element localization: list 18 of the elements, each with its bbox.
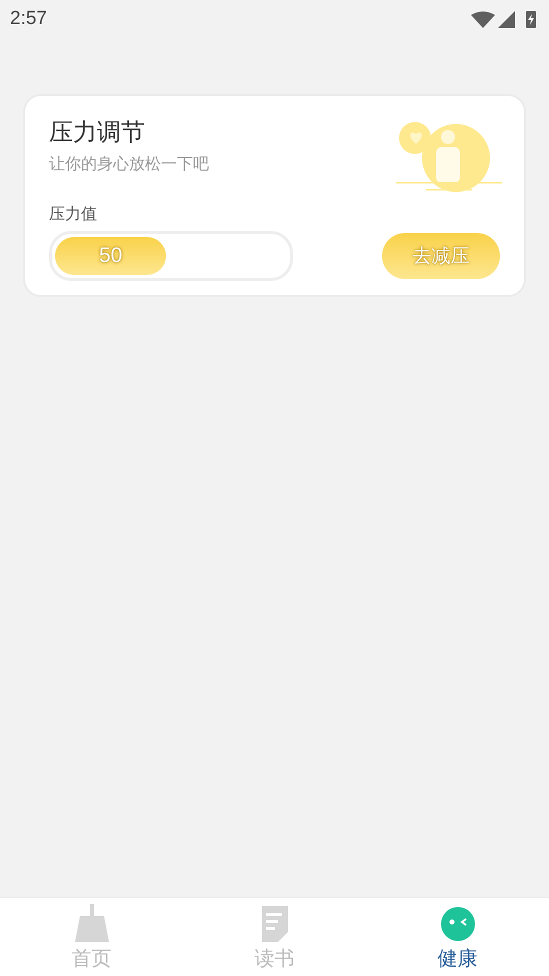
smiley-face-icon	[440, 906, 476, 942]
meter-label: 压力值	[49, 204, 98, 225]
relieve-button[interactable]: 去减压	[382, 233, 500, 279]
nav-tab[interactable]: 首页	[0, 898, 183, 976]
card-title: 压力调节	[49, 117, 146, 148]
tab-label: 健康	[438, 945, 478, 972]
meter-reading: 50	[99, 244, 122, 268]
document-icon	[260, 906, 290, 942]
battery-icon	[526, 11, 536, 28]
broom-icon	[74, 904, 110, 942]
signal-icon	[498, 11, 515, 28]
nav-tab[interactable]: 健康	[366, 898, 549, 976]
status-time: 2:57	[10, 8, 47, 30]
card-subtitle: 让你的身心放松一下吧	[49, 154, 209, 175]
tab-label: 首页	[72, 945, 112, 972]
tab-label: 读书	[254, 945, 294, 972]
nav-tab[interactable]: 读书	[183, 898, 366, 976]
wifi-icon	[471, 12, 495, 28]
